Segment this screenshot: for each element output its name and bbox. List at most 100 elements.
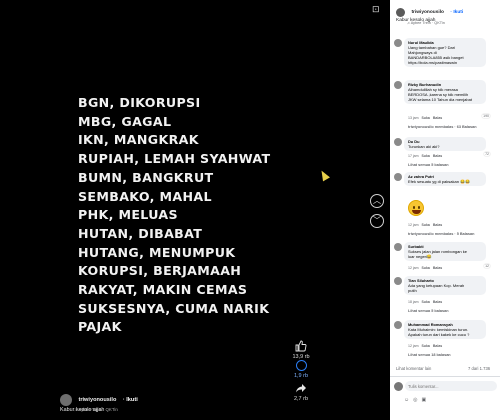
video-text-line: PAJAK xyxy=(78,319,122,335)
grinning-emoji-icon xyxy=(408,200,424,216)
reels-viewer: BGN, DIKORUPSI MBG, GAGAL IKN, MANGKRAK … xyxy=(0,0,500,420)
video-text-line: IKN, MANGKRAK xyxy=(78,132,199,148)
avatar[interactable] xyxy=(394,138,402,146)
comment-composer xyxy=(394,381,498,393)
video-text-line: SEMBAKO, MAHAL xyxy=(78,188,212,204)
view-replies-link[interactable]: Lihat semua 5 balasan xyxy=(408,163,449,167)
previous-video-button[interactable]: ︿ xyxy=(370,194,384,208)
gif-icon[interactable]: ▣ xyxy=(421,397,430,403)
like-link[interactable]: Suka xyxy=(422,266,430,270)
reaction-count[interactable]: 190 xyxy=(482,114,490,118)
reply-link[interactable]: Balas xyxy=(433,223,442,227)
comment-bubble: Tian Siluharto Ada yang ketupaan Kop. Me… xyxy=(404,276,486,295)
next-video-button[interactable]: ﹀ xyxy=(370,214,384,228)
post-caption: Kabur kesolo ajjah xyxy=(396,18,436,23)
video-text-line: RUPIAH, LEMAH SYAHWAT xyxy=(78,151,271,167)
comment-bubble: Az zahra Putri Efek sesuatu yg di paksak… xyxy=(404,172,486,186)
comment-text: Turunkan aki aki? xyxy=(408,144,440,149)
share-count: 2,7 rb xyxy=(293,396,309,402)
reply-link[interactable]: Balas xyxy=(433,154,442,158)
share-arrow-icon xyxy=(296,384,306,393)
video-text-line: HUTAN, DIBABAT xyxy=(78,225,203,241)
avatar[interactable] xyxy=(394,81,402,89)
comment-bubble: Nurul Maulida Uang tambahan gue? Dari Ma… xyxy=(404,38,486,67)
like-button[interactable]: 13,9 rb xyxy=(286,340,316,360)
comment-time: 12 jam xyxy=(408,266,419,270)
chevron-down-icon: ﹀ xyxy=(373,216,381,225)
view-replies-link[interactable]: Lihat semua 5 balasan xyxy=(408,309,449,313)
avatar[interactable] xyxy=(394,39,402,47)
author-name[interactable]: triwiyonousilo xyxy=(411,10,444,15)
author-name[interactable]: triwiyonousilo xyxy=(78,397,116,403)
comment-meta: 17 jam Suka Balas xyxy=(408,154,442,158)
avatar[interactable] xyxy=(60,393,72,406)
video-player[interactable]: BGN, DIKORUPSI MBG, GAGAL IKN, MANGKRAK … xyxy=(0,0,390,420)
composer-tools: ☺◎▣ xyxy=(404,397,430,403)
video-text-line: HUTANG, MENUMPUK xyxy=(78,244,236,260)
like-link[interactable]: Suka xyxy=(422,223,430,227)
comment-bubble: Surbakti Sukses jalan jalan rombongan ke… xyxy=(404,242,486,261)
reply-link[interactable]: Balas xyxy=(433,116,442,120)
thumbs-up-icon xyxy=(295,340,307,352)
video-text-line: RAKYAT, MAKIN CEMAS xyxy=(78,282,248,298)
like-link[interactable]: Suka xyxy=(422,116,430,120)
comment-counter: 7 dari 1.736 xyxy=(468,366,491,371)
reaction-count[interactable]: 72 xyxy=(484,152,490,156)
comment-time: 12 jam xyxy=(408,344,419,348)
video-text-line: MBG, GAGAL xyxy=(78,113,172,129)
reply-link[interactable]: Balas xyxy=(433,300,442,304)
video-text-line: KORUPSI, BERJAMAAH xyxy=(78,263,242,279)
comment-time: 17 jam xyxy=(408,154,419,158)
comment-text: Kata Muhaimin: kemiskinan turun. Apakah … xyxy=(408,327,470,337)
like-link[interactable]: Suka xyxy=(422,300,430,304)
comment-button[interactable]: 1,9 rb xyxy=(286,360,316,379)
divider xyxy=(390,376,500,377)
avatar[interactable] xyxy=(394,173,402,181)
comment-bubble: Du Du Turunkan aki aki? xyxy=(404,137,486,151)
follow-link[interactable]: · Ikuti xyxy=(450,10,463,15)
comment-meta: 18 jam Suka Balas xyxy=(408,300,442,304)
avatar xyxy=(394,382,403,391)
reply-link[interactable]: Balas xyxy=(433,344,442,348)
video-text-line: BUMN, BANGKRUT xyxy=(78,169,214,185)
close-icon[interactable]: ⊡ xyxy=(372,4,382,14)
share-button[interactable]: 2,7 rb xyxy=(286,382,316,402)
avatar[interactable] xyxy=(394,243,402,251)
comment-time: 18 jam xyxy=(408,300,419,304)
comment-count: 1,9 rb xyxy=(293,373,309,379)
view-replies-link[interactable]: triwiyonousilo membalas · 63 Balasan xyxy=(408,125,477,129)
comment-text: Uang tambahan gue? Dari Mahjongways di B… xyxy=(408,45,464,65)
comment-bubble: Muhammad Romansyah Kata Muhaimin: kemisk… xyxy=(404,320,486,339)
avatar[interactable] xyxy=(396,8,405,18)
sticker-icon[interactable]: ☺ xyxy=(404,397,413,403)
avatar[interactable] xyxy=(394,321,402,329)
comment-text: Efek sesuatu yg di paksakan 😂😂 xyxy=(408,179,470,184)
video-caption-text: BGN, DIKORUPSI MBG, GAGAL IKN, MANGKRAK … xyxy=(78,94,378,337)
comment-text: Sukses jalan jalan rombongan ke luar neg… xyxy=(408,249,467,259)
comment-text: Ada yang ketupaan Kop. Merah putih xyxy=(408,283,465,293)
like-link[interactable]: Suka xyxy=(422,154,430,158)
comment-time: 13 jam xyxy=(408,116,419,120)
video-caption: Kabur kesolo ajjah xyxy=(60,407,105,413)
comment-meta: 13 jam Suka Balas xyxy=(408,116,442,120)
comments-panel: triwiyonousilo · Ikuti ♫ Aybee Trein · Q… xyxy=(390,0,500,420)
follow-link[interactable]: · Ikuti xyxy=(123,397,138,403)
comment-icon xyxy=(295,360,307,371)
reply-link[interactable]: Balas xyxy=(433,266,442,270)
comment-bubble: Rizky Burhanudin Alhamdulillah sy tdk me… xyxy=(404,80,486,104)
like-link[interactable]: Suka xyxy=(422,344,430,348)
reaction-count[interactable]: 12 xyxy=(484,264,490,268)
comment-input[interactable] xyxy=(405,381,497,391)
video-text-line: SUKSESNYA, CUMA NARIK xyxy=(78,300,270,316)
chevron-up-icon: ︿ xyxy=(373,196,381,205)
view-replies-link[interactable]: Lihat semua 18 balasan xyxy=(408,353,451,357)
comment-meta: 12 jam Suka Balas xyxy=(408,266,442,270)
comment-meta: 12 jam Suka Balas xyxy=(408,223,442,227)
comment-text: Alhamdulillah sy tdk merasa BERDOSA ,kar… xyxy=(408,87,472,102)
video-text-line: BGN, DIKORUPSI xyxy=(78,95,201,110)
view-replies-link[interactable]: triwiyonousilo membalas · 5 Balasan xyxy=(408,232,474,236)
video-text-line: PHK, MELUAS xyxy=(78,207,178,223)
more-comments-link[interactable]: Lihat komentar lain xyxy=(396,366,431,371)
comment-meta: 12 jam Suka Balas xyxy=(408,344,442,348)
avatar[interactable] xyxy=(394,277,402,285)
